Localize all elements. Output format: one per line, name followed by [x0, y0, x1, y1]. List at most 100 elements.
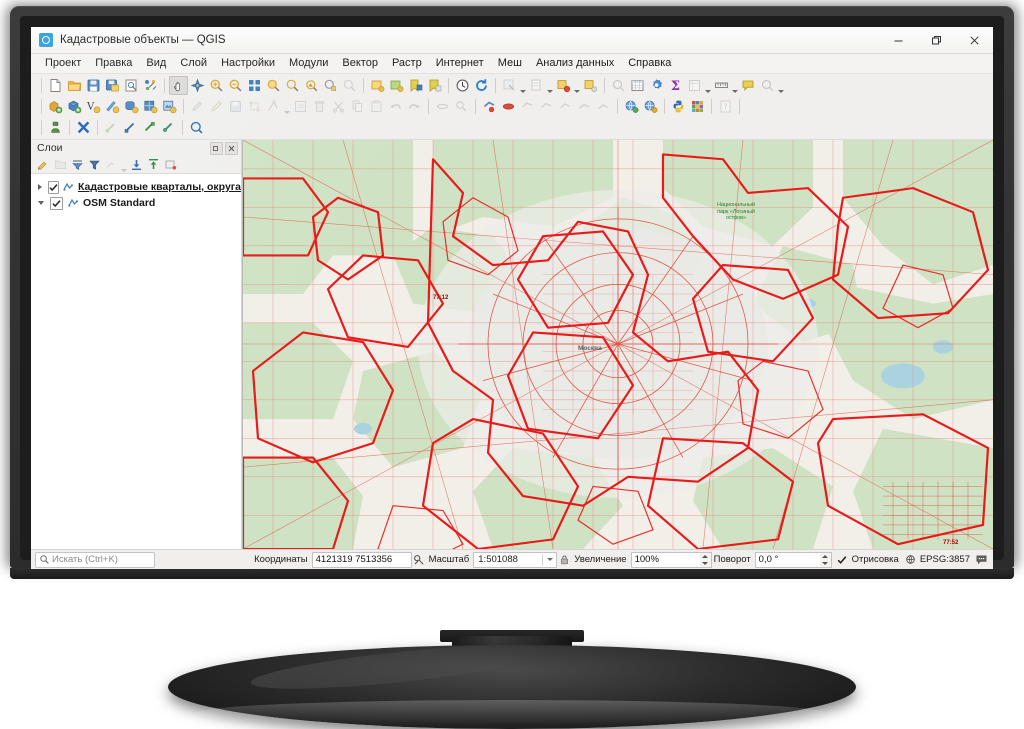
layer-list-item[interactable]: OSM Standard	[31, 195, 241, 211]
save-project-icon[interactable]	[84, 76, 103, 95]
redo-icon[interactable]	[405, 97, 424, 116]
print-layout-icon[interactable]	[122, 76, 141, 95]
expand-tree-icon[interactable]	[128, 156, 145, 173]
paste-features-icon[interactable]	[367, 97, 386, 116]
refresh-icon[interactable]	[472, 76, 491, 95]
zoom-last-icon[interactable]	[321, 76, 340, 95]
search-input[interactable]: Искать (Ctrl+K)	[35, 551, 155, 568]
new-3d-view-icon[interactable]	[387, 76, 406, 95]
search-dropdown-arrow-icon[interactable]	[777, 74, 785, 97]
save-project-as-icon[interactable]	[103, 76, 122, 95]
style-manager-icon[interactable]	[141, 76, 160, 95]
add-postgis-icon[interactable]	[122, 97, 141, 116]
select-by-expression-icon[interactable]	[609, 76, 628, 95]
statistics-icon[interactable]: Σ	[666, 76, 685, 95]
zoom-in-icon[interactable]	[207, 76, 226, 95]
menu-view[interactable]: Вид	[139, 55, 173, 72]
help-contents-icon[interactable]: ?	[716, 97, 735, 116]
processing-toolbox-icon[interactable]	[647, 76, 666, 95]
add-wfs-icon[interactable]	[160, 97, 179, 116]
zoom-magnifier-icon[interactable]	[187, 118, 206, 137]
open-layer-styling-icon[interactable]	[35, 156, 52, 173]
map-render[interactable]	[243, 140, 993, 549]
menu-mesh[interactable]: Меш	[491, 55, 529, 72]
snapping-enable-icon[interactable]	[102, 118, 121, 137]
menu-edit[interactable]: Правка	[88, 55, 139, 72]
render-checkbox[interactable]	[837, 555, 847, 565]
filter-expression-icon[interactable]	[86, 156, 103, 173]
select-invert-icon[interactable]	[594, 97, 613, 116]
remove-layer-icon[interactable]	[162, 156, 179, 173]
undo-icon[interactable]	[386, 97, 405, 116]
bookmarks-icon[interactable]	[406, 76, 425, 95]
georeferencer-icon[interactable]	[46, 118, 65, 137]
layers-dropdown-arrow-icon[interactable]	[120, 153, 128, 176]
add-vector-layer-icon[interactable]	[46, 97, 65, 116]
temporal-control-icon[interactable]	[453, 76, 472, 95]
coordinate-capture-icon[interactable]	[412, 552, 427, 567]
map-tips-icon[interactable]	[739, 76, 758, 95]
metasearch-icon[interactable]	[641, 97, 660, 116]
zoom-native-icon[interactable]	[302, 76, 321, 95]
snapping-vertex-icon[interactable]	[121, 118, 140, 137]
select-value-icon[interactable]	[537, 97, 556, 116]
zoom-selection-icon[interactable]	[264, 76, 283, 95]
chevron-right-icon[interactable]	[36, 182, 44, 192]
add-feature-icon[interactable]	[245, 97, 264, 116]
identify-dropdown-arrow-icon[interactable]	[519, 74, 527, 97]
select-features-icon[interactable]	[554, 76, 573, 95]
pan-selection-icon[interactable]	[433, 97, 452, 116]
search-features-icon[interactable]	[758, 76, 777, 95]
map-canvas[interactable]: Национальный парк «Лосиный остров» 77:12…	[242, 140, 993, 549]
add-delimited-text-icon[interactable]: V	[84, 97, 103, 116]
messages-icon[interactable]	[974, 552, 989, 567]
projection-icon[interactable]	[903, 552, 918, 567]
vertex-tool-dropdown-arrow-icon[interactable]	[283, 95, 291, 118]
select-freehand-icon[interactable]	[499, 97, 518, 116]
rotation-value[interactable]: 0,0 °	[754, 551, 820, 568]
menu-raster[interactable]: Растр	[385, 55, 429, 72]
magnification-value[interactable]: 100%	[630, 551, 700, 568]
layer-list[interactable]: Кадастровые квартaлы, округа OSM Standard	[31, 173, 241, 549]
toggle-editing-icon[interactable]	[207, 97, 226, 116]
undock-panel-button[interactable]	[210, 141, 223, 155]
minimize-button[interactable]	[879, 27, 917, 53]
open-table-icon[interactable]	[685, 76, 704, 95]
chevron-down-icon[interactable]	[542, 553, 556, 566]
select-form-icon[interactable]	[556, 97, 575, 116]
layer-list-item[interactable]: Кадастровые квартaлы, округа	[31, 179, 241, 195]
zoom-next-icon[interactable]	[340, 76, 359, 95]
scale-combo[interactable]: 1:501088	[473, 551, 558, 568]
table-dropdown-arrow-icon[interactable]	[704, 74, 712, 97]
menu-plugins[interactable]: Модули	[282, 55, 335, 72]
lock-scale-icon[interactable]	[557, 552, 572, 567]
menu-settings[interactable]: Настройки	[214, 55, 282, 72]
select-expr-icon[interactable]	[575, 97, 594, 116]
menu-help[interactable]: Справка	[621, 55, 678, 72]
osm-download-icon[interactable]	[622, 97, 641, 116]
restore-button[interactable]	[917, 27, 955, 53]
measure-line-icon[interactable]	[712, 76, 731, 95]
save-layer-edits-icon[interactable]	[226, 97, 245, 116]
expand-all-icon[interactable]	[103, 156, 120, 173]
deselect-all-icon[interactable]	[452, 97, 471, 116]
add-spatialite-icon[interactable]	[103, 97, 122, 116]
add-raster-layer-icon[interactable]	[65, 97, 84, 116]
measure-dropdown-arrow-icon[interactable]	[546, 74, 554, 97]
chevron-down-icon[interactable]	[36, 198, 46, 208]
close-editing-icon[interactable]	[74, 118, 93, 137]
measure-line-dropdown-arrow-icon[interactable]	[731, 74, 739, 97]
delete-selected-icon[interactable]	[310, 97, 329, 116]
current-edits-icon[interactable]	[188, 97, 207, 116]
add-group-icon[interactable]	[52, 156, 69, 173]
menu-project[interactable]: Проект	[38, 55, 88, 72]
collapse-tree-icon[interactable]	[145, 156, 162, 173]
close-panel-button[interactable]	[225, 141, 238, 155]
select-dropdown-arrow-icon[interactable]	[573, 74, 581, 97]
add-wms-icon[interactable]	[141, 97, 160, 116]
close-button[interactable]	[955, 27, 993, 53]
menu-layer[interactable]: Слой	[173, 55, 214, 72]
python-console-icon[interactable]	[669, 97, 688, 116]
zoom-full-icon[interactable]	[245, 76, 264, 95]
pan-map-icon[interactable]	[169, 76, 188, 95]
